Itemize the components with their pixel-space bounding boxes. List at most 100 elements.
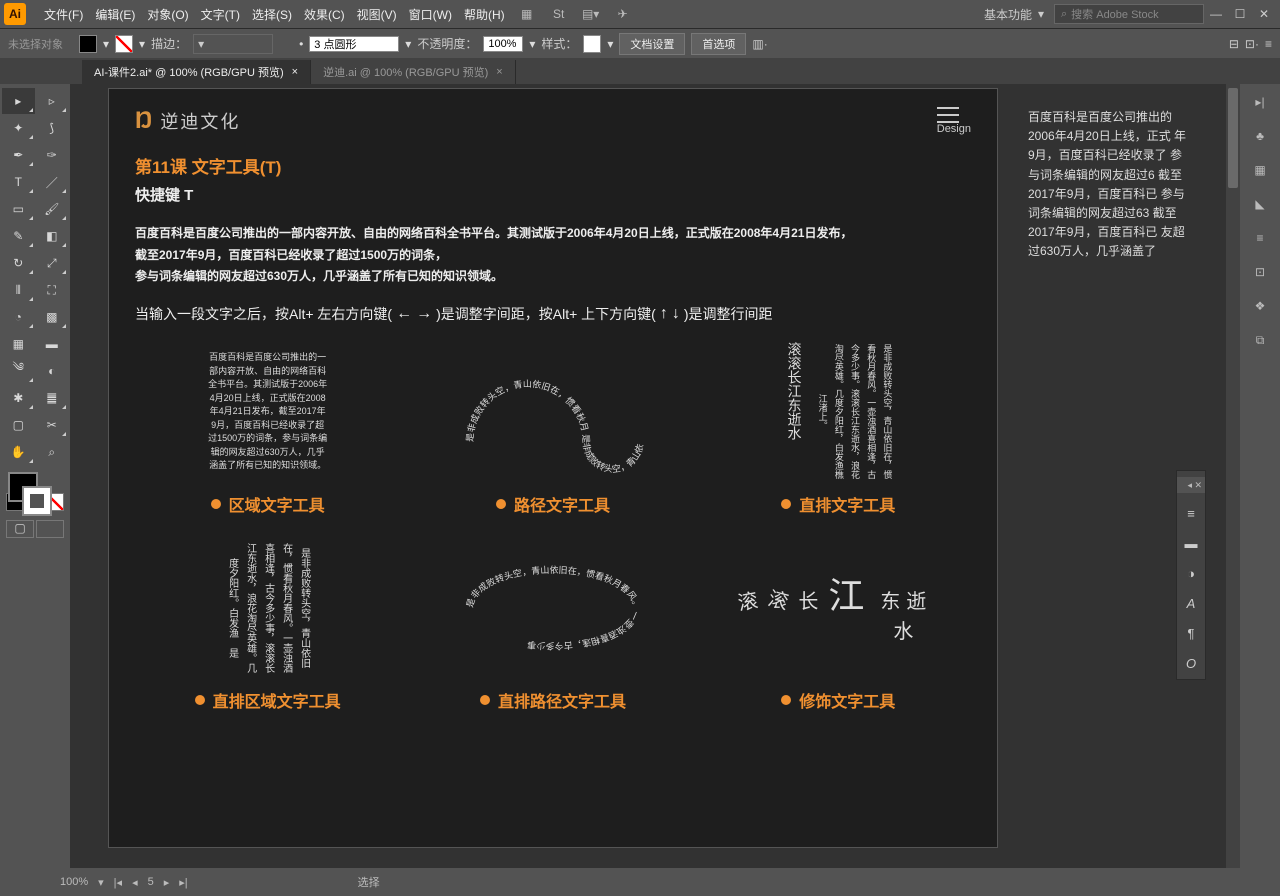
opentype-icon[interactable]: ◑ [1181, 563, 1201, 583]
svg-text:是非成败转头空，青山依旧在，惯看秋月 是非成败转头空，青山依: 是非成败转头空，青山依旧在，惯看秋月 是非成败转头空，青山依旧在 [453, 342, 645, 474]
preferences-button[interactable]: 首选项 [691, 33, 746, 55]
opacity-label: 不透明度： [417, 35, 477, 52]
perspective-tool[interactable]: ▩ [36, 304, 69, 330]
rectangle-tool[interactable]: ▭ [2, 196, 35, 222]
down-arrow-icon: ↓ [672, 305, 680, 323]
window-maximize[interactable]: ☐ [1228, 4, 1252, 24]
symbol-tool[interactable]: ✱ [2, 385, 35, 411]
vertical-scrollbar[interactable] [1226, 84, 1240, 868]
libraries-icon[interactable]: ♣ [1248, 124, 1272, 148]
nav-first-icon[interactable]: |◂ [114, 876, 122, 889]
window-close[interactable]: ✕ [1252, 4, 1276, 24]
color-icon[interactable]: ▦ [1248, 158, 1272, 182]
blend-tool[interactable]: ◐ [36, 358, 69, 384]
menu-window[interactable]: 窗口(W) [403, 6, 458, 23]
arrange-icon[interactable]: ▤▾ [581, 4, 601, 24]
style-swatch[interactable] [583, 35, 601, 53]
curvature-tool[interactable]: ✑ [36, 142, 69, 168]
transform-icon[interactable]: ⊟ [1229, 37, 1239, 51]
menu-help[interactable]: 帮助(H) [458, 6, 511, 23]
right-panel-bar: ▸| ♣ ▦ ◣ ≡ ⊡ ❖ ⧉ [1240, 84, 1280, 868]
styles-icon[interactable]: O [1181, 653, 1201, 673]
nav-prev-icon[interactable]: ◂ [132, 876, 138, 889]
free-transform-tool[interactable]: ⛶ [36, 277, 69, 303]
paragraph-icon[interactable]: ≡ [1181, 503, 1201, 523]
publish-icon[interactable]: ✈ [613, 4, 633, 24]
brush-preset[interactable] [309, 36, 399, 52]
magic-wand-tool[interactable]: ✦ [2, 115, 35, 141]
vertical-type-label: 直排文字工具 [781, 492, 895, 516]
panel-menu-icon[interactable]: ≡ [1265, 37, 1272, 51]
brushes-icon[interactable]: ⊡ [1248, 260, 1272, 284]
up-arrow-icon: ↑ [660, 305, 668, 323]
eyedropper-tool[interactable]: ༄ [2, 358, 35, 384]
layers-icon[interactable]: ❖ [1248, 294, 1272, 318]
stroke-swatch[interactable] [115, 35, 133, 53]
artboards-icon[interactable]: ⧉ [1248, 328, 1272, 352]
window-minimize[interactable]: — [1204, 4, 1228, 24]
panel-collapse-icon[interactable]: ◂ ✕ [1177, 477, 1205, 493]
stroke-color[interactable] [22, 486, 52, 516]
titlebar: Ai 文件(F) 编辑(E) 对象(O) 文字(T) 选择(S) 效果(C) 视… [0, 0, 1280, 28]
right-arrow-icon: → [416, 305, 432, 323]
swatches-icon[interactable]: ◣ [1248, 192, 1272, 216]
pen-tool[interactable]: ✒ [2, 142, 35, 168]
tabs-icon[interactable]: ¶ [1181, 623, 1201, 643]
rotate-tool[interactable]: ↻ [2, 250, 35, 276]
glyphs-icon[interactable]: A [1181, 593, 1201, 613]
menu-type[interactable]: 文字(T) [195, 6, 246, 23]
line-tool[interactable]: ／ [36, 169, 69, 195]
hand-tool[interactable]: ✋ [2, 439, 35, 465]
scale-tool[interactable]: ⤢ [36, 250, 69, 276]
width-tool[interactable]: ⫴ [2, 277, 35, 303]
opacity-input[interactable] [483, 36, 523, 52]
tab-close-2[interactable]: × [496, 66, 502, 78]
style-label: 样式： [541, 35, 577, 52]
shape-builder-tool[interactable]: ◔ [2, 304, 35, 330]
canvas[interactable]: Ŋ 逆迪文化 Design 第11课 文字工具(T) 快捷键 T 百度百科是百度… [70, 84, 1240, 868]
properties-icon[interactable]: ▸| [1248, 90, 1272, 114]
workspace-switcher[interactable]: 基本功能▾ [974, 6, 1054, 23]
color-wells[interactable] [2, 470, 68, 518]
slice-tool[interactable]: ✂ [36, 412, 69, 438]
isolate-icon[interactable]: ⊡· [1245, 37, 1259, 51]
align-icon[interactable]: ▥· [752, 37, 767, 51]
direct-selection-tool[interactable]: ▹ [36, 88, 69, 114]
path-type-sample: 是非成败转头空，青山依旧在，惯看秋月 是非成败转头空，青山依旧在 [453, 342, 653, 482]
tab-2[interactable]: 逆迪.ai @ 100% (RGB/GPU 预览)× [311, 60, 516, 84]
lasso-tool[interactable]: ⟆ [36, 115, 69, 141]
nav-next-icon[interactable]: ▸ [164, 876, 170, 889]
doc-setup-button[interactable]: 文档设置 [619, 33, 685, 55]
tab-close-1[interactable]: × [292, 66, 298, 78]
menu-object[interactable]: 对象(O) [141, 6, 194, 23]
screen-mode-row[interactable]: ▢ [2, 520, 68, 538]
fill-swatch[interactable] [79, 35, 97, 53]
nav-last-icon[interactable]: ▸| [179, 876, 187, 889]
shaper-tool[interactable]: ✎ [2, 223, 35, 249]
zoom-level[interactable]: 100% [60, 876, 88, 888]
overflow-text: 百度百科是百度公司推出的 2006年4月20日上线，正式 年9月，百度百科已经收… [1028, 108, 1188, 262]
eraser-tool[interactable]: ◧ [36, 223, 69, 249]
graph-tool[interactable]: ䷀ [36, 385, 69, 411]
type-tool[interactable]: T [2, 169, 35, 195]
hint-row: 当输入一段文字之后，按Alt+ 左右方向键( ← → )是调整字间距，按Alt+… [109, 294, 997, 334]
menu-view[interactable]: 视图(V) [351, 6, 403, 23]
menu-effect[interactable]: 效果(C) [298, 6, 351, 23]
page-number[interactable]: 5 [148, 876, 154, 888]
brush-tool[interactable]: 🖌 [36, 196, 69, 222]
gradient-tool[interactable]: ▬ [36, 331, 69, 357]
stroke-panel-icon[interactable]: ≡ [1248, 226, 1272, 250]
br-icon[interactable]: ▦ [517, 4, 537, 24]
tab-1[interactable]: AI-课件2.ai* @ 100% (RGB/GPU 预览)× [82, 60, 311, 84]
selection-tool[interactable]: ▸ [2, 88, 35, 114]
character-icon[interactable]: ▬ [1181, 533, 1201, 553]
menu-select[interactable]: 选择(S) [246, 6, 298, 23]
stroke-weight[interactable]: ▾ [193, 34, 273, 54]
menu-edit[interactable]: 编辑(E) [89, 6, 141, 23]
menu-file[interactable]: 文件(F) [38, 6, 89, 23]
search-input[interactable]: ⌕ 搜索 Adobe Stock [1054, 4, 1204, 24]
artboard-tool[interactable]: ▢ [2, 412, 35, 438]
st-icon[interactable]: St [549, 4, 569, 24]
floating-panel[interactable]: ◂ ✕ ≡ ▬ ◑ A ¶ O [1176, 470, 1206, 680]
zoom-tool[interactable]: ⌕ [36, 439, 69, 465]
